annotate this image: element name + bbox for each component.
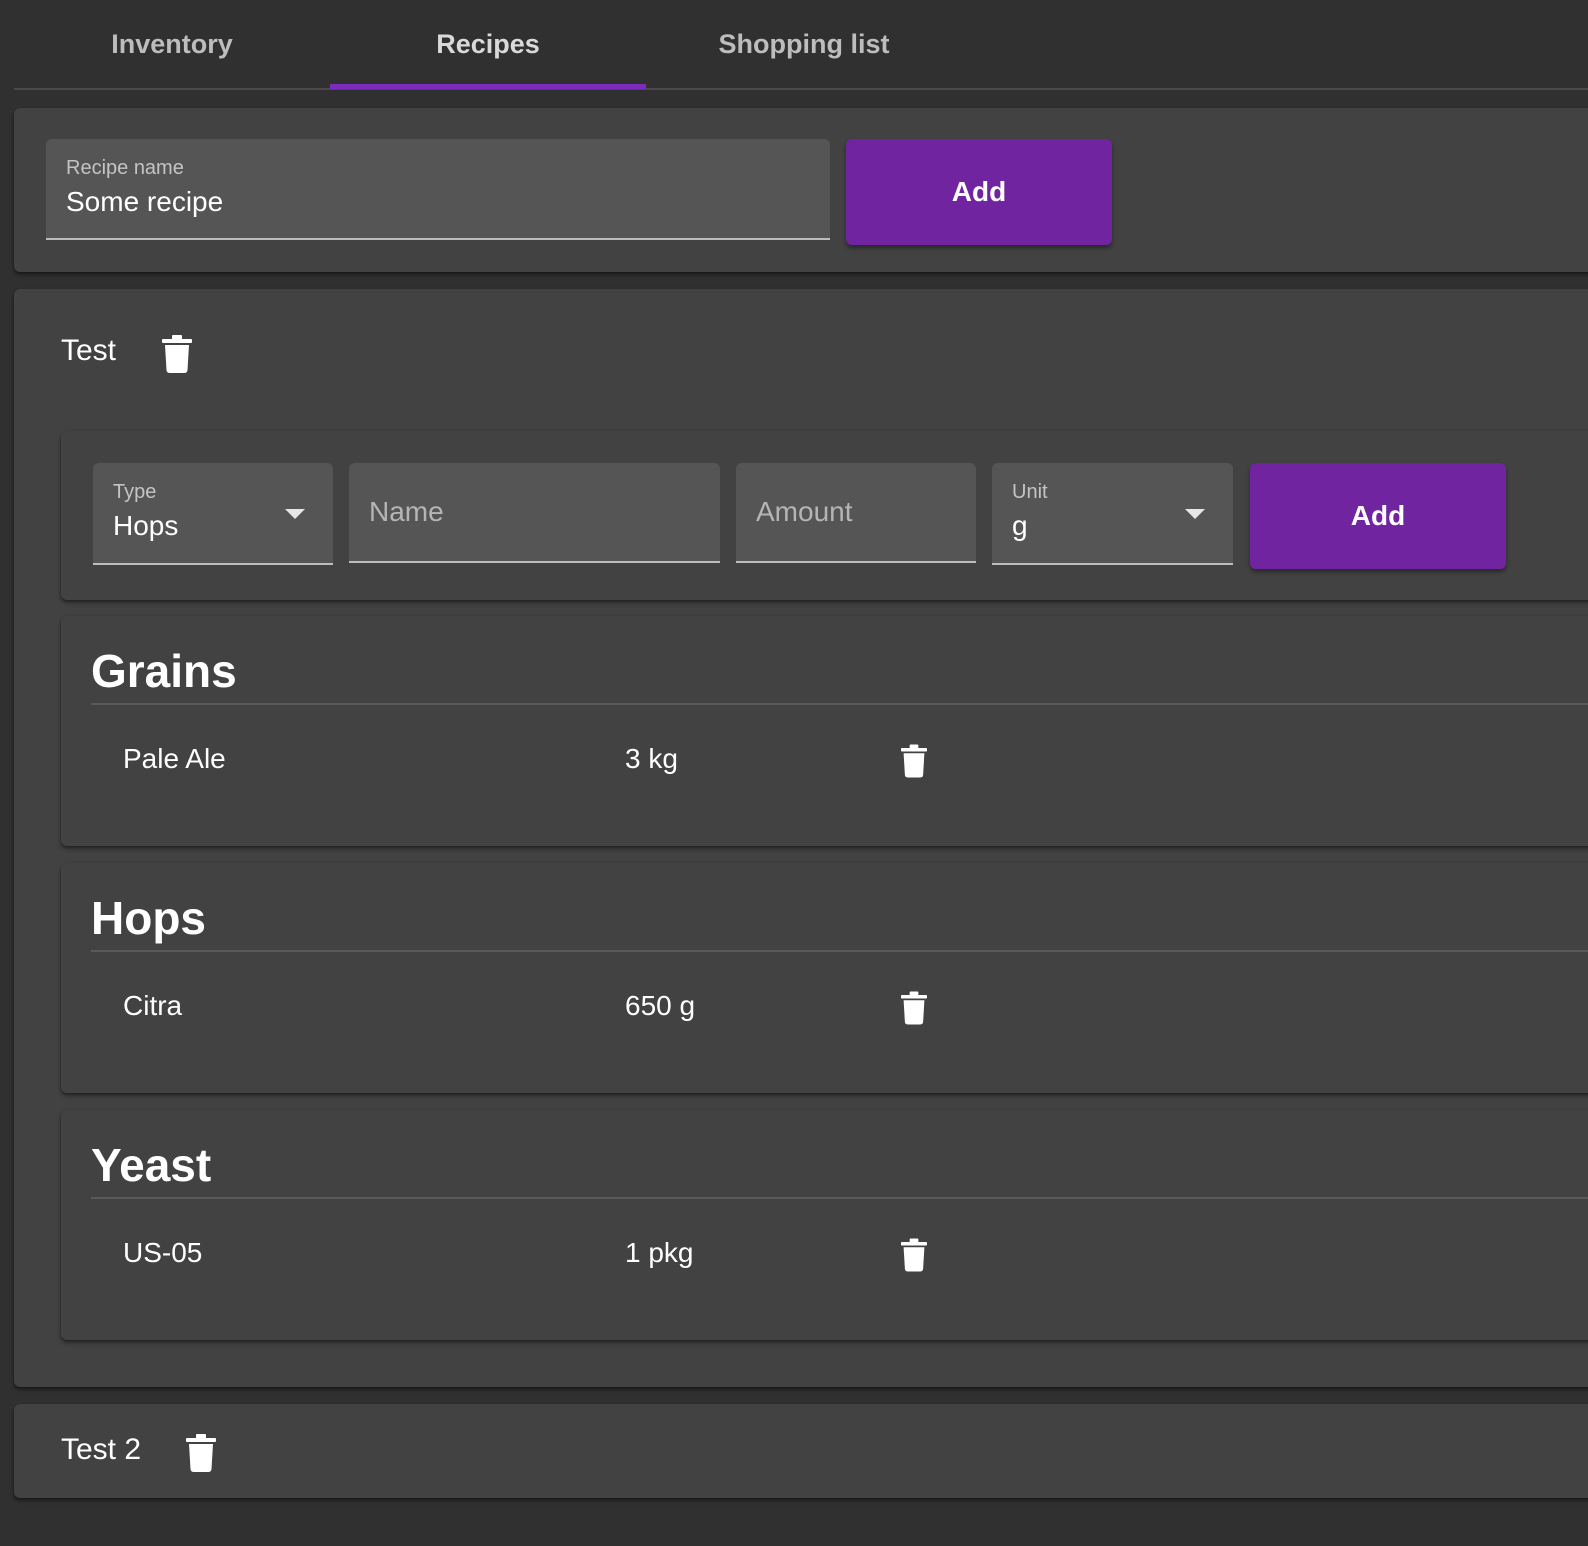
section-divider: [91, 703, 1588, 705]
type-value: Hops: [113, 510, 179, 541]
amount-placeholder: Amount: [756, 496, 853, 527]
add-ingredient-button[interactable]: Add: [1250, 463, 1506, 569]
type-label: Type: [113, 481, 157, 503]
unit-value: g: [1012, 510, 1028, 541]
recipe-name-value[interactable]: Some recipe: [66, 186, 223, 218]
section-title: Hops: [91, 892, 206, 944]
tab-bar: Inventory Recipes Shopping list: [14, 0, 1588, 90]
ingredient-section: Yeast US-05 1 pkg: [61, 1110, 1588, 1340]
ingredient-amount: 650 g: [625, 990, 696, 1021]
section-title: Grains: [91, 645, 237, 697]
name-input[interactable]: Name: [349, 463, 720, 563]
recipe-title[interactable]: Test 2: [61, 1433, 141, 1467]
ingredient-form-card: Type Hops Name Amount Unit g Add: [61, 431, 1588, 600]
chevron-down-icon: [285, 509, 305, 519]
ingredient-name: Citra: [123, 990, 183, 1021]
recipe-title[interactable]: Test: [61, 334, 116, 368]
ingredient-section: Grains Pale Ale 3 kg: [61, 616, 1588, 846]
ingredient-amount: 3 kg: [625, 743, 678, 774]
delete-ingredient-icon[interactable]: [901, 1237, 927, 1273]
type-select[interactable]: Type Hops: [93, 463, 333, 565]
chevron-down-icon: [1185, 509, 1205, 519]
section-divider: [91, 950, 1588, 952]
tab-shopping-list[interactable]: Shopping list: [646, 0, 962, 88]
delete-ingredient-icon[interactable]: [901, 743, 927, 779]
recipe-name-field[interactable]: Recipe name Some recipe: [46, 139, 830, 240]
unit-label: Unit: [1012, 481, 1048, 503]
name-placeholder: Name: [369, 496, 444, 527]
add-recipe-button[interactable]: Add: [846, 139, 1112, 245]
recipe-name-label: Recipe name: [66, 157, 184, 179]
amount-input[interactable]: Amount: [736, 463, 976, 563]
delete-recipe-icon[interactable]: [186, 1434, 216, 1472]
tab-recipes[interactable]: Recipes: [330, 0, 646, 88]
recipe-card: Test Type Hops Name Amount Unit g Add Gr…: [14, 289, 1588, 1387]
section-divider: [91, 1197, 1588, 1199]
unit-select[interactable]: Unit g: [992, 463, 1233, 565]
active-tab-indicator: [330, 84, 646, 89]
new-recipe-card: Recipe name Some recipe Add: [14, 108, 1588, 272]
delete-ingredient-icon[interactable]: [901, 990, 927, 1026]
ingredient-name: US-05: [123, 1237, 203, 1268]
section-title: Yeast: [91, 1139, 212, 1191]
ingredient-name: Pale Ale: [123, 743, 226, 774]
recipe-card: Test 2: [14, 1404, 1588, 1498]
ingredient-amount: 1 pkg: [625, 1237, 694, 1268]
delete-recipe-icon[interactable]: [162, 335, 192, 373]
tab-inventory[interactable]: Inventory: [14, 0, 330, 88]
ingredient-section: Hops Citra 650 g: [61, 863, 1588, 1093]
